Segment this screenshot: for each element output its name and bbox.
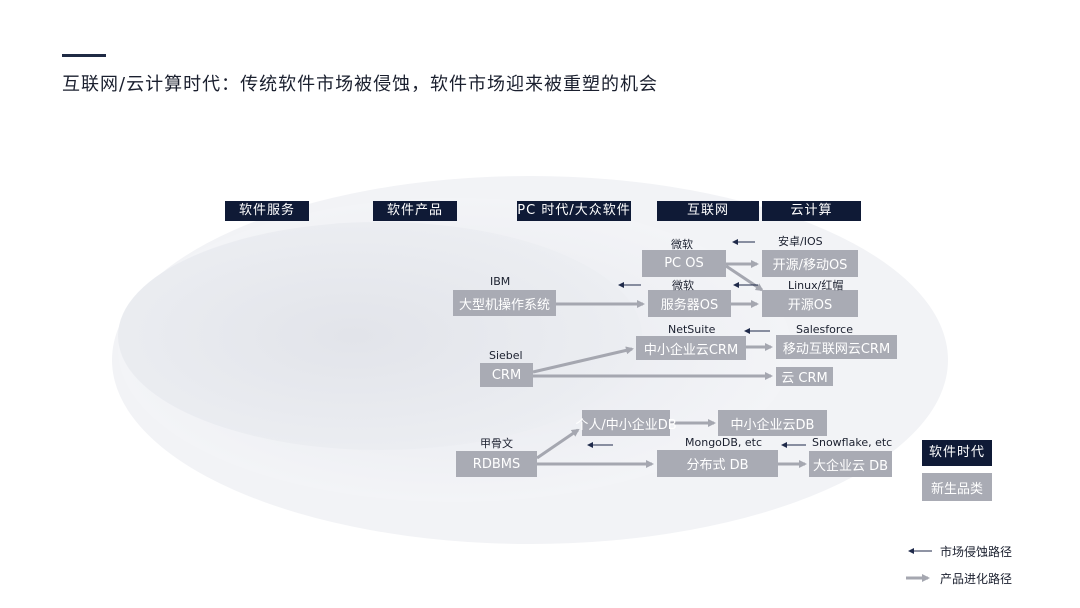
node-mainframe-os: 大型机操作系统 [453,290,556,316]
label-netsuite: NetSuite [668,323,716,336]
node-mobile-internet-cloud-crm: 移动互联网云CRM [776,335,897,359]
label-mongodb: MongoDB, etc [685,436,763,449]
node-smb-cloud-crm: 中小企业云CRM [636,336,746,360]
label-microsoft-1: 微软 [671,238,693,251]
node-opensource-mobile-os: 开源/移动OS [762,250,858,277]
node-opensource-os: 开源OS [762,290,858,317]
node-personal-smb-db: 个人/中小企业DB [575,410,677,436]
legend-erosion-path: 市场侵蚀路径 [940,545,1013,559]
legend-software-era: 软件时代 [922,440,992,466]
label-microsoft-2: 微软 [672,279,694,292]
label-linux-redhat: Linux/红帽 [788,279,844,292]
node-distributed-db: 分布式 DB [657,450,778,477]
node-cloud-crm: 云 CRM [776,367,833,386]
node-crm: CRM [480,363,533,387]
node-server-os: 服务器OS [648,290,731,317]
node-pc-os: PC OS [642,250,726,277]
legend-new-category: 新生品类 [922,473,992,501]
label-ibm: IBM [490,275,511,288]
label-oracle: 甲骨文 [480,437,513,450]
label-salesforce: Salesforce [796,323,853,336]
legend-evolution-path: 产品进化路径 [940,572,1013,586]
evo-pcos-opensource [725,264,764,292]
label-siebel: Siebel [489,349,523,362]
label-android-ios: 安卓/IOS [778,235,823,248]
diagram-canvas: 互联网/云计算时代：传统软件市场被侵蚀，软件市场迎来被重塑的机会 软件服务 软件… [0,0,1080,608]
evo-crm-smbcrm [532,346,634,374]
label-snowflake: Snowflake, etc [812,436,893,449]
node-smb-cloud-db: 中小企业云DB [718,410,827,436]
node-enterprise-cloud-db: 大企业云 DB [809,451,892,477]
evo-rdbms-personaldb [536,428,580,460]
node-rdbms: RDBMS [456,451,537,477]
